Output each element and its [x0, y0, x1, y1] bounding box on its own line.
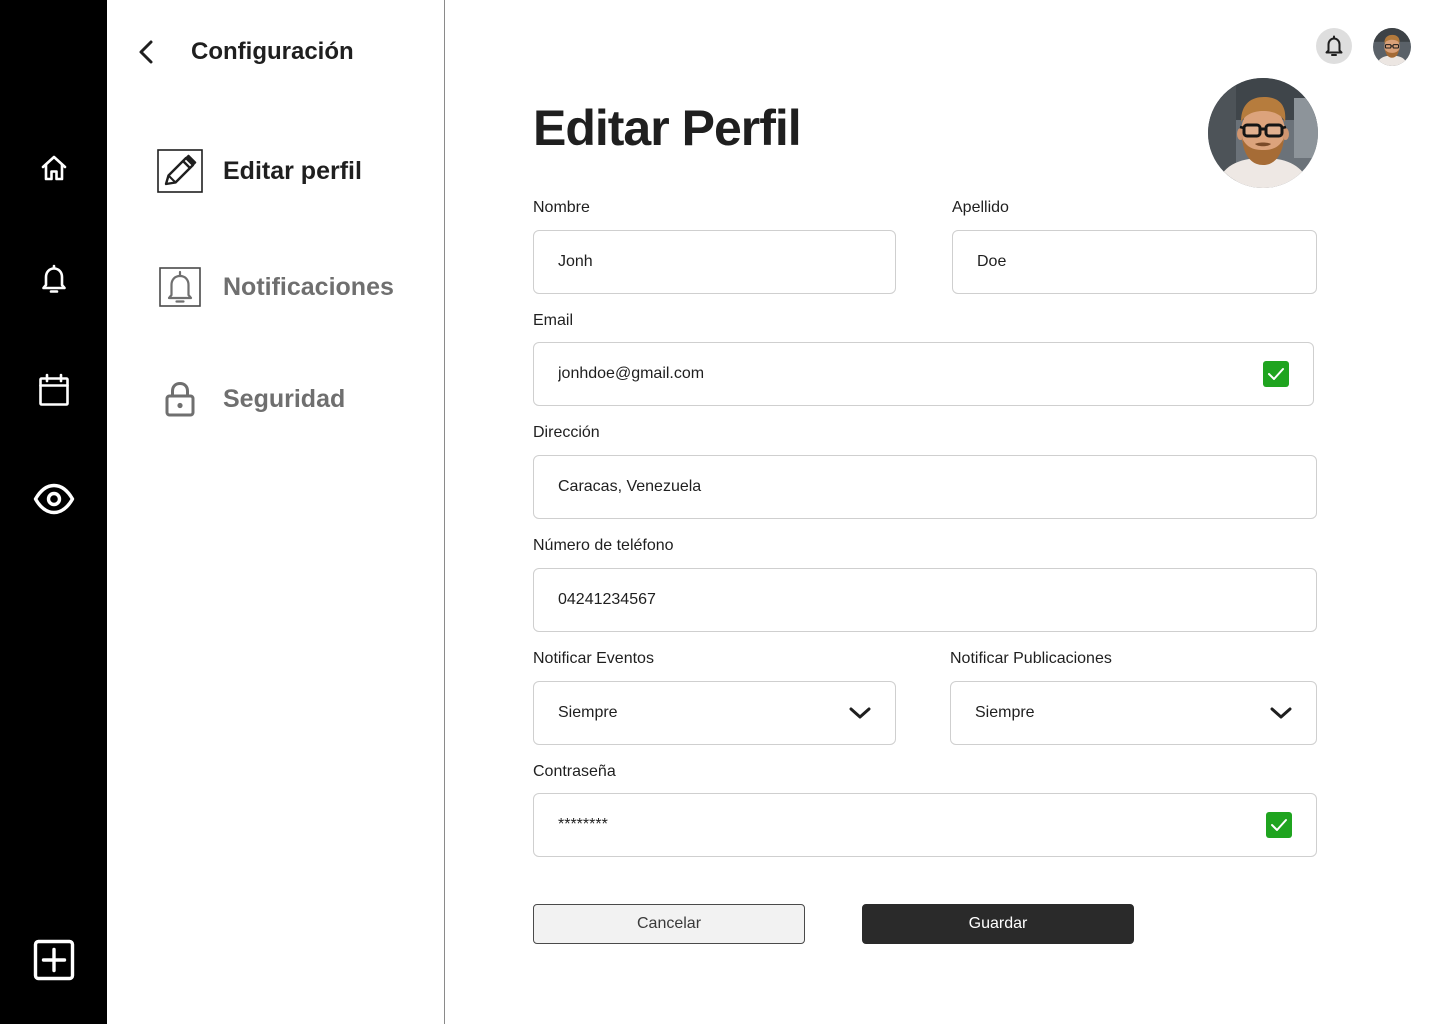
- home-icon: [41, 155, 67, 181]
- notify-posts-value: Siempre: [975, 704, 1035, 721]
- password-label: Contraseña: [533, 763, 616, 780]
- email-verified-check-icon: [1263, 361, 1289, 387]
- notifications-bell-button[interactable]: [1316, 28, 1352, 64]
- first-name-label: Nombre: [533, 199, 590, 216]
- notify-events-value: Siempre: [558, 704, 618, 721]
- last-name-input[interactable]: [977, 253, 1292, 271]
- profile-photo: [1208, 78, 1318, 188]
- plus-square-icon: [33, 939, 75, 981]
- eye-icon: [33, 483, 75, 515]
- password-verified-check-icon: [1266, 812, 1292, 838]
- email-label: Email: [533, 312, 574, 329]
- first-name-input[interactable]: [558, 253, 871, 271]
- notify-posts-label: Notificar Publicaciones: [950, 650, 1112, 667]
- pencil-icon: [157, 148, 203, 194]
- bell-icon: [157, 264, 203, 310]
- password-field[interactable]: [533, 793, 1317, 857]
- phone-field[interactable]: [533, 568, 1317, 632]
- view-button[interactable]: [26, 471, 82, 527]
- chevron-down-icon: [1270, 706, 1292, 720]
- chevron-down-icon: [849, 706, 871, 720]
- last-name-label: Apellido: [952, 199, 1009, 216]
- save-button[interactable]: Guardar: [862, 904, 1134, 944]
- address-input[interactable]: [558, 478, 1292, 496]
- bell-icon: [42, 264, 66, 293]
- notifications-button[interactable]: [26, 251, 82, 307]
- calendar-button[interactable]: [26, 362, 82, 418]
- password-input[interactable]: [558, 816, 1266, 834]
- email-field[interactable]: [533, 342, 1314, 406]
- back-button[interactable]: [131, 36, 161, 68]
- notify-posts-select[interactable]: Siempre: [950, 681, 1317, 745]
- icon-rail: [0, 0, 107, 1024]
- settings-item-edit-profile[interactable]: Editar perfil: [157, 148, 362, 194]
- settings-panel: Configuración Editar perfil Notificacion…: [107, 0, 445, 1024]
- lock-icon: [157, 376, 203, 422]
- user-avatar[interactable]: [1373, 28, 1411, 66]
- email-input[interactable]: [558, 365, 1263, 383]
- first-name-field[interactable]: [533, 230, 896, 294]
- settings-item-label: Editar perfil: [223, 157, 362, 185]
- last-name-field[interactable]: [952, 230, 1317, 294]
- address-label: Dirección: [533, 424, 600, 441]
- settings-item-notifications[interactable]: Notificaciones: [157, 264, 394, 310]
- notify-events-label: Notificar Eventos: [533, 650, 654, 667]
- phone-label: Número de teléfono: [533, 537, 674, 554]
- create-button[interactable]: [26, 932, 82, 988]
- home-button[interactable]: [26, 140, 82, 196]
- chevron-left-icon: [139, 40, 153, 64]
- address-field[interactable]: [533, 455, 1317, 519]
- cancel-button[interactable]: Cancelar: [533, 904, 805, 944]
- notify-events-select[interactable]: Siempre: [533, 681, 896, 745]
- settings-item-label: Seguridad: [223, 385, 346, 413]
- calendar-icon: [39, 373, 69, 406]
- settings-title: Configuración: [191, 38, 354, 65]
- settings-item-label: Notificaciones: [223, 273, 394, 301]
- settings-item-security[interactable]: Seguridad: [157, 376, 345, 422]
- phone-input[interactable]: [558, 591, 1292, 609]
- bell-icon: [1325, 35, 1343, 56]
- page-title: Editar Perfil: [533, 100, 802, 156]
